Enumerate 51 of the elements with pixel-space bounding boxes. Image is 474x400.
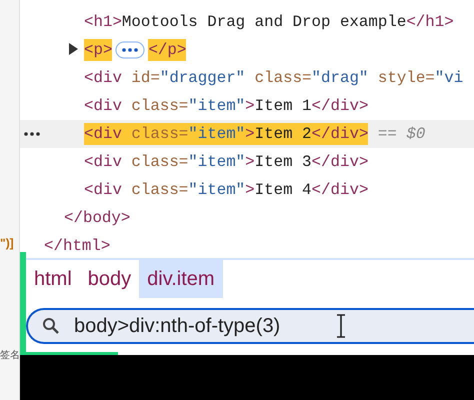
code-fragment: ")] xyxy=(0,235,14,252)
node-text: Item 2 xyxy=(254,123,312,145)
tag-text: <div xyxy=(84,123,122,145)
tag-text: > xyxy=(245,123,255,145)
node-text: Item 1 xyxy=(254,96,312,117)
attribute-name: class= xyxy=(130,96,188,117)
tag-text: </div> xyxy=(312,123,368,145)
tag-text: > xyxy=(245,152,255,173)
node-text: Item 3 xyxy=(254,152,312,173)
node-reference: == $0 xyxy=(376,124,426,145)
tag-text: </p> xyxy=(148,39,186,61)
attribute-name: class= xyxy=(130,152,188,173)
tag-text: > xyxy=(245,96,255,117)
node-text: Mootools Drag and Drop example xyxy=(122,12,406,33)
text-cursor-icon xyxy=(336,314,346,338)
tag-text: <p> xyxy=(84,39,112,61)
tag-text: </div> xyxy=(312,152,368,173)
attribute-value: "item" xyxy=(188,152,246,173)
attribute-value: "dragger" xyxy=(160,68,246,89)
tag-text: <div xyxy=(84,152,122,173)
tag-text: <div xyxy=(84,68,122,89)
tag-text: <div xyxy=(84,180,122,201)
selected-row[interactable]: <div class="item">Item 2</div> == $0 xyxy=(20,120,474,148)
attribute-value: "item" xyxy=(188,123,246,145)
tag-text: </body> xyxy=(64,208,130,229)
attribute-value: "vi xyxy=(434,68,464,89)
tag-text: > xyxy=(245,180,255,201)
node-text: Item 4 xyxy=(254,180,312,201)
tag-text: </div> xyxy=(312,96,368,117)
attribute-name: id= xyxy=(130,68,160,89)
search-field[interactable]: body>div:nth-of-type(3) xyxy=(26,308,474,344)
breadcrumb-tab[interactable]: body xyxy=(80,260,140,298)
attribute-value: "drag" xyxy=(312,68,368,89)
more-icon xyxy=(24,132,40,136)
tag-text: <h1> xyxy=(84,12,122,33)
attribute-name: class= xyxy=(254,68,312,89)
breadcrumb-tab[interactable]: html xyxy=(26,260,80,298)
ellipsis-icon[interactable] xyxy=(115,41,146,59)
breadcrumb-tab[interactable]: div.item xyxy=(139,260,223,298)
attribute-value: "item" xyxy=(188,180,246,201)
attribute-name: class= xyxy=(122,123,188,145)
tag-text: </div> xyxy=(312,180,368,201)
attribute-value: "item" xyxy=(188,96,246,117)
search-icon xyxy=(42,317,60,335)
tag-text: <div xyxy=(84,96,122,117)
attribute-name: style= xyxy=(376,68,435,89)
tag-text: </h1> xyxy=(406,12,454,33)
attribute-name: class= xyxy=(130,180,188,201)
label-fragment: 签名 xyxy=(0,349,19,363)
tag-text: </html> xyxy=(44,236,110,252)
expand-icon[interactable] xyxy=(68,43,78,55)
